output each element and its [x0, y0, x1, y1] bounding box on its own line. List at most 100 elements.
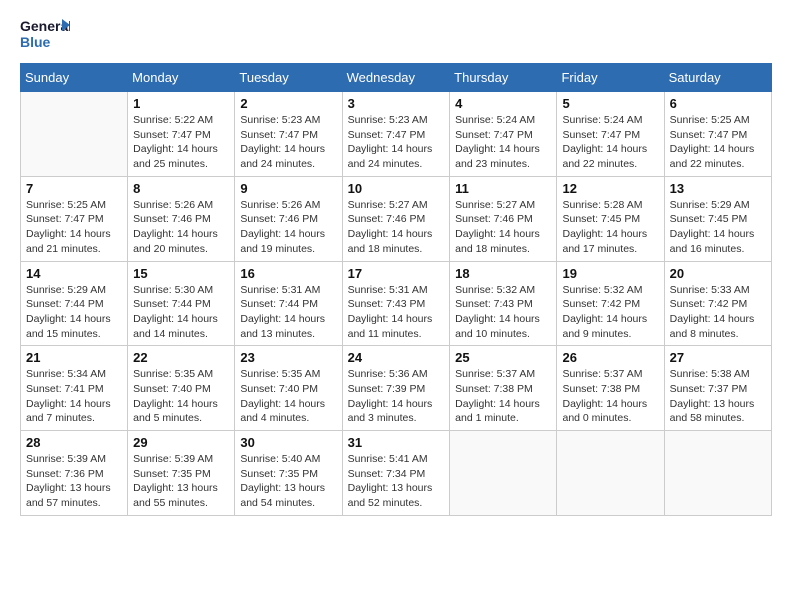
day-number: 6 — [670, 96, 766, 111]
day-info: Sunrise: 5:25 AMSunset: 7:47 PMDaylight:… — [670, 113, 766, 172]
col-header-thursday: Thursday — [450, 64, 557, 92]
calendar-table: SundayMondayTuesdayWednesdayThursdayFrid… — [20, 63, 772, 516]
day-info: Sunrise: 5:35 AMSunset: 7:40 PMDaylight:… — [133, 367, 229, 426]
day-info: Sunrise: 5:39 AMSunset: 7:36 PMDaylight:… — [26, 452, 122, 511]
day-info: Sunrise: 5:28 AMSunset: 7:45 PMDaylight:… — [562, 198, 658, 257]
day-info: Sunrise: 5:27 AMSunset: 7:46 PMDaylight:… — [348, 198, 445, 257]
day-number: 8 — [133, 181, 229, 196]
empty-cell — [450, 431, 557, 516]
day-number: 24 — [348, 350, 445, 365]
day-number: 13 — [670, 181, 766, 196]
day-cell-5: 5 Sunrise: 5:24 AMSunset: 7:47 PMDaylight… — [557, 92, 664, 177]
day-number: 2 — [240, 96, 336, 111]
empty-cell — [21, 92, 128, 177]
day-cell-7: 7 Sunrise: 5:25 AMSunset: 7:47 PMDaylight… — [21, 176, 128, 261]
day-number: 15 — [133, 266, 229, 281]
day-info: Sunrise: 5:24 AMSunset: 7:47 PMDaylight:… — [562, 113, 658, 172]
day-number: 20 — [670, 266, 766, 281]
day-cell-18: 18 Sunrise: 5:32 AMSunset: 7:43 PMDayligh… — [450, 261, 557, 346]
logo-svg: General Blue — [20, 15, 70, 55]
day-number: 10 — [348, 181, 445, 196]
day-cell-16: 16 Sunrise: 5:31 AMSunset: 7:44 PMDayligh… — [235, 261, 342, 346]
day-cell-22: 22 Sunrise: 5:35 AMSunset: 7:40 PMDayligh… — [128, 346, 235, 431]
day-cell-2: 2 Sunrise: 5:23 AMSunset: 7:47 PMDaylight… — [235, 92, 342, 177]
day-number: 9 — [240, 181, 336, 196]
day-number: 7 — [26, 181, 122, 196]
day-info: Sunrise: 5:23 AMSunset: 7:47 PMDaylight:… — [348, 113, 445, 172]
day-info: Sunrise: 5:23 AMSunset: 7:47 PMDaylight:… — [240, 113, 336, 172]
svg-text:Blue: Blue — [20, 34, 51, 50]
day-info: Sunrise: 5:27 AMSunset: 7:46 PMDaylight:… — [455, 198, 551, 257]
logo: General Blue — [20, 15, 70, 55]
day-cell-13: 13 Sunrise: 5:29 AMSunset: 7:45 PMDayligh… — [664, 176, 771, 261]
col-header-monday: Monday — [128, 64, 235, 92]
day-number: 28 — [26, 435, 122, 450]
day-info: Sunrise: 5:25 AMSunset: 7:47 PMDaylight:… — [26, 198, 122, 257]
day-cell-8: 8 Sunrise: 5:26 AMSunset: 7:46 PMDaylight… — [128, 176, 235, 261]
day-cell-10: 10 Sunrise: 5:27 AMSunset: 7:46 PMDayligh… — [342, 176, 450, 261]
day-info: Sunrise: 5:39 AMSunset: 7:35 PMDaylight:… — [133, 452, 229, 511]
day-cell-17: 17 Sunrise: 5:31 AMSunset: 7:43 PMDayligh… — [342, 261, 450, 346]
col-header-sunday: Sunday — [21, 64, 128, 92]
day-number: 27 — [670, 350, 766, 365]
day-cell-30: 30 Sunrise: 5:40 AMSunset: 7:35 PMDayligh… — [235, 431, 342, 516]
col-header-saturday: Saturday — [664, 64, 771, 92]
day-info: Sunrise: 5:35 AMSunset: 7:40 PMDaylight:… — [240, 367, 336, 426]
week-row-3: 14 Sunrise: 5:29 AMSunset: 7:44 PMDayligh… — [21, 261, 772, 346]
day-number: 18 — [455, 266, 551, 281]
empty-cell — [557, 431, 664, 516]
week-row-4: 21 Sunrise: 5:34 AMSunset: 7:41 PMDayligh… — [21, 346, 772, 431]
day-info: Sunrise: 5:22 AMSunset: 7:47 PMDaylight:… — [133, 113, 229, 172]
day-info: Sunrise: 5:37 AMSunset: 7:38 PMDaylight:… — [455, 367, 551, 426]
day-info: Sunrise: 5:31 AMSunset: 7:43 PMDaylight:… — [348, 283, 445, 342]
day-info: Sunrise: 5:37 AMSunset: 7:38 PMDaylight:… — [562, 367, 658, 426]
day-cell-19: 19 Sunrise: 5:32 AMSunset: 7:42 PMDayligh… — [557, 261, 664, 346]
day-number: 26 — [562, 350, 658, 365]
day-info: Sunrise: 5:34 AMSunset: 7:41 PMDaylight:… — [26, 367, 122, 426]
header-row: SundayMondayTuesdayWednesdayThursdayFrid… — [21, 64, 772, 92]
day-number: 16 — [240, 266, 336, 281]
day-number: 17 — [348, 266, 445, 281]
day-info: Sunrise: 5:32 AMSunset: 7:43 PMDaylight:… — [455, 283, 551, 342]
day-cell-6: 6 Sunrise: 5:25 AMSunset: 7:47 PMDaylight… — [664, 92, 771, 177]
day-cell-25: 25 Sunrise: 5:37 AMSunset: 7:38 PMDayligh… — [450, 346, 557, 431]
week-row-2: 7 Sunrise: 5:25 AMSunset: 7:47 PMDaylight… — [21, 176, 772, 261]
day-number: 21 — [26, 350, 122, 365]
day-number: 1 — [133, 96, 229, 111]
day-cell-11: 11Sunrise: 5:27 AMSunset: 7:46 PMDayligh… — [450, 176, 557, 261]
day-number: 22 — [133, 350, 229, 365]
week-row-5: 28 Sunrise: 5:39 AMSunset: 7:36 PMDayligh… — [21, 431, 772, 516]
day-info: Sunrise: 5:29 AMSunset: 7:44 PMDaylight:… — [26, 283, 122, 342]
day-number: 14 — [26, 266, 122, 281]
day-number: 19 — [562, 266, 658, 281]
day-number: 23 — [240, 350, 336, 365]
day-info: Sunrise: 5:26 AMSunset: 7:46 PMDaylight:… — [240, 198, 336, 257]
day-info: Sunrise: 5:31 AMSunset: 7:44 PMDaylight:… — [240, 283, 336, 342]
day-number: 25 — [455, 350, 551, 365]
day-cell-26: 26 Sunrise: 5:37 AMSunset: 7:38 PMDayligh… — [557, 346, 664, 431]
day-cell-1: 1 Sunrise: 5:22 AMSunset: 7:47 PMDaylight… — [128, 92, 235, 177]
day-cell-12: 12Sunrise: 5:28 AMSunset: 7:45 PMDayligh… — [557, 176, 664, 261]
col-header-wednesday: Wednesday — [342, 64, 450, 92]
day-info: Sunrise: 5:33 AMSunset: 7:42 PMDaylight:… — [670, 283, 766, 342]
col-header-friday: Friday — [557, 64, 664, 92]
day-cell-3: 3Sunrise: 5:23 AMSunset: 7:47 PMDaylight… — [342, 92, 450, 177]
day-number: 31 — [348, 435, 445, 450]
day-info: Sunrise: 5:36 AMSunset: 7:39 PMDaylight:… — [348, 367, 445, 426]
day-cell-27: 27 Sunrise: 5:38 AMSunset: 7:37 PMDayligh… — [664, 346, 771, 431]
day-info: Sunrise: 5:29 AMSunset: 7:45 PMDaylight:… — [670, 198, 766, 257]
day-number: 5 — [562, 96, 658, 111]
day-cell-29: 29Sunrise: 5:39 AMSunset: 7:35 PMDayligh… — [128, 431, 235, 516]
day-cell-23: 23 Sunrise: 5:35 AMSunset: 7:40 PMDayligh… — [235, 346, 342, 431]
day-info: Sunrise: 5:38 AMSunset: 7:37 PMDaylight:… — [670, 367, 766, 426]
day-number: 30 — [240, 435, 336, 450]
day-info: Sunrise: 5:30 AMSunset: 7:44 PMDaylight:… — [133, 283, 229, 342]
col-header-tuesday: Tuesday — [235, 64, 342, 92]
day-cell-21: 21 Sunrise: 5:34 AMSunset: 7:41 PMDayligh… — [21, 346, 128, 431]
week-row-1: 1 Sunrise: 5:22 AMSunset: 7:47 PMDaylight… — [21, 92, 772, 177]
day-cell-24: 24 Sunrise: 5:36 AMSunset: 7:39 PMDayligh… — [342, 346, 450, 431]
page-header: General Blue — [20, 20, 772, 55]
day-info: Sunrise: 5:26 AMSunset: 7:46 PMDaylight:… — [133, 198, 229, 257]
day-info: Sunrise: 5:40 AMSunset: 7:35 PMDaylight:… — [240, 452, 336, 511]
day-info: Sunrise: 5:32 AMSunset: 7:42 PMDaylight:… — [562, 283, 658, 342]
